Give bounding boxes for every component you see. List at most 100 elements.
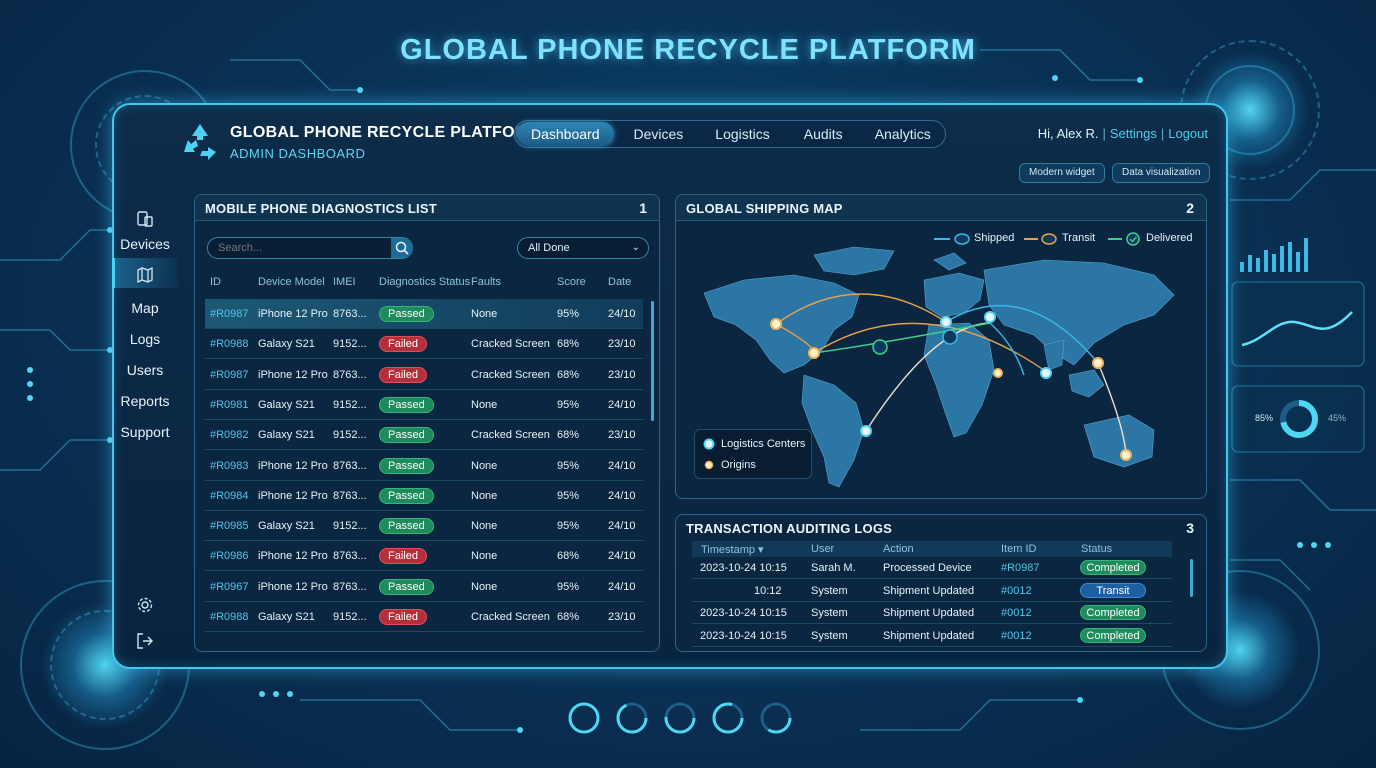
row-imei: 9152... bbox=[333, 338, 367, 351]
col-header-model[interactable]: Device Model bbox=[258, 276, 325, 288]
logs-scrollbar[interactable] bbox=[1190, 559, 1193, 597]
table-row[interactable]: #R0986 iPhone 12 Pro 8763... None 68% 24/10 Fa… bbox=[205, 541, 643, 572]
row-model: iPhone 12 Pro bbox=[258, 550, 328, 563]
log-user: System bbox=[811, 629, 848, 642]
row-imei: 8763... bbox=[333, 550, 367, 563]
log-row[interactable]: 2023-10-24 10:15 System Shipment Updated #0… bbox=[692, 625, 1172, 647]
delivered-legend-icon bbox=[1108, 232, 1140, 246]
table-row[interactable]: #R0981 Galaxy S21 9152... None 95% 24/10 Passe… bbox=[205, 390, 643, 420]
data-visualization-button[interactable]: Data visualization bbox=[1112, 163, 1211, 183]
search-button[interactable] bbox=[391, 238, 413, 258]
log-user: Sarah M. bbox=[811, 562, 856, 574]
log-col-timestamp[interactable]: Timestamp ▾ bbox=[701, 543, 764, 556]
log-col-status[interactable]: Status bbox=[1081, 543, 1112, 555]
row-id: #R0985 bbox=[210, 520, 249, 533]
gear-icon[interactable] bbox=[136, 596, 154, 614]
nav-tab-analytics[interactable]: Analytics bbox=[861, 122, 945, 146]
row-date: 24/10 bbox=[608, 580, 636, 593]
row-score: 68% bbox=[557, 429, 580, 442]
log-item-id: #R0987 bbox=[1001, 562, 1040, 574]
nav-tab-logistics[interactable]: Logistics bbox=[701, 122, 783, 146]
row-date: 24/10 bbox=[608, 520, 636, 533]
sidebar-item-devices[interactable]: Devices bbox=[112, 236, 178, 252]
col-header-imei[interactable]: IMEI bbox=[333, 276, 356, 288]
log-item-id: #0012 bbox=[1001, 607, 1032, 619]
row-faults: None bbox=[471, 580, 498, 593]
nav-tab-devices[interactable]: Devices bbox=[620, 122, 698, 146]
map-icon[interactable] bbox=[136, 266, 154, 284]
log-timestamp: 10:12 bbox=[754, 584, 782, 597]
top-nav: Dashboard Devices Logistics Audits Analy… bbox=[514, 120, 946, 148]
status-badge: Failed bbox=[379, 336, 427, 353]
log-status-badge: Completed bbox=[1080, 627, 1146, 643]
logout-link[interactable]: Logout bbox=[1168, 126, 1208, 141]
diagnostics-title: MOBILE PHONE DIAGNOSTICS LIST bbox=[205, 201, 437, 216]
row-imei: 8763... bbox=[333, 489, 367, 502]
log-timestamp: 2023-10-24 10:15 bbox=[700, 629, 787, 642]
log-row[interactable]: 10:12 System Shipment Updated #0012 Transit bbox=[692, 580, 1172, 602]
settings-link[interactable]: Settings bbox=[1110, 126, 1157, 141]
sidebar-item-support[interactable]: Support bbox=[112, 424, 178, 440]
status-badge: Passed bbox=[379, 487, 434, 504]
row-score: 95% bbox=[557, 459, 580, 472]
row-model: iPhone 12 Pro bbox=[258, 368, 328, 381]
log-action: Processed Device bbox=[883, 562, 972, 574]
table-row[interactable]: #R0988 Galaxy S21 9152... Cracked Screen 68%… bbox=[205, 329, 643, 360]
modern-widget-button[interactable]: Modern widget bbox=[1019, 163, 1105, 183]
diagnostics-scrollbar[interactable] bbox=[651, 301, 654, 421]
hero-title: GLOBAL PHONE RECYCLE PLATFORM bbox=[400, 34, 976, 66]
sidebar-item-map[interactable]: Map bbox=[112, 300, 178, 316]
recycle-icon bbox=[184, 124, 216, 160]
table-row[interactable]: #R0985 Galaxy S21 9152... None 95% 24/10 Passe… bbox=[205, 511, 643, 542]
log-action: Shipment Updated bbox=[883, 629, 975, 642]
logistics-center-marker-icon bbox=[703, 438, 715, 450]
status-badge: Passed bbox=[379, 306, 434, 322]
table-row[interactable]: #R0982 Galaxy S21 9152... Cracked Screen 68%… bbox=[205, 420, 643, 451]
logs-panel-header: TRANSACTION AUDITING LOGS 3 bbox=[676, 515, 1206, 541]
row-date: 23/10 bbox=[608, 611, 636, 623]
col-header-score[interactable]: Score bbox=[557, 276, 586, 288]
row-imei: 8763... bbox=[333, 580, 367, 593]
log-timestamp: 2023-10-24 10:15 bbox=[700, 562, 787, 574]
table-row[interactable]: #R0967 iPhone 12 Pro 8763... None 95% 24/10 Pa… bbox=[205, 572, 643, 602]
log-row[interactable]: 2023-10-24 10:15 System Shipment Updated #0… bbox=[692, 602, 1172, 624]
row-imei: 8763... bbox=[333, 459, 367, 472]
log-status-badge: Completed bbox=[1080, 560, 1146, 575]
shipped-legend-icon bbox=[934, 233, 970, 245]
search-input[interactable] bbox=[207, 237, 413, 259]
map-panel-header: GLOBAL SHIPPING MAP 2 bbox=[676, 195, 1206, 221]
log-user: System bbox=[811, 584, 848, 597]
row-id: #R0988 bbox=[210, 338, 249, 351]
logout-icon[interactable] bbox=[136, 632, 154, 650]
status-badge: Failed bbox=[379, 366, 427, 383]
map-marker-legend: Logistics Centers Origins bbox=[694, 429, 812, 479]
row-date: 23/10 bbox=[608, 429, 636, 442]
table-row[interactable]: #R0988 Galaxy S21 9152... Cracked Screen 68%… bbox=[205, 602, 643, 632]
logs-title: TRANSACTION AUDITING LOGS bbox=[686, 521, 893, 536]
row-id: #R0987 bbox=[210, 368, 249, 381]
nav-tab-dashboard[interactable]: Dashboard bbox=[517, 122, 614, 146]
row-faults: Cracked Screen bbox=[471, 611, 550, 623]
table-row[interactable]: #R0983 iPhone 12 Pro 8763... None 95% 24/10 Pa… bbox=[205, 451, 643, 481]
col-header-id[interactable]: ID bbox=[210, 276, 221, 288]
log-col-item-id[interactable]: Item ID bbox=[1001, 543, 1036, 555]
log-col-user[interactable]: User bbox=[811, 543, 834, 555]
status-badge: Passed bbox=[379, 518, 434, 535]
map-number: 2 bbox=[1186, 200, 1194, 216]
status-filter-select[interactable]: All Done ⌄ bbox=[517, 237, 649, 259]
sidebar-item-logs[interactable]: Logs bbox=[112, 331, 178, 347]
sidebar-item-users[interactable]: Users bbox=[112, 362, 178, 378]
log-row[interactable]: 2023-10-24 10:15 Sarah M. Processed Device… bbox=[692, 557, 1172, 579]
col-header-date[interactable]: Date bbox=[608, 276, 631, 288]
row-faults: None bbox=[471, 398, 498, 411]
col-header-faults[interactable]: Faults bbox=[471, 276, 501, 288]
col-header-status[interactable]: Diagnostics Status bbox=[379, 276, 470, 288]
row-date: 24/10 bbox=[608, 398, 636, 411]
row-model: Galaxy S21 bbox=[258, 338, 315, 351]
sidebar-item-reports[interactable]: Reports bbox=[112, 393, 178, 409]
nav-tab-audits[interactable]: Audits bbox=[790, 122, 857, 146]
table-row[interactable]: #R0984 iPhone 12 Pro 8763... None 95% 24/10 Pa… bbox=[205, 481, 643, 511]
table-row[interactable]: #R0987 iPhone 12 Pro 8763... Cracked Screen… bbox=[205, 360, 643, 390]
table-row[interactable]: #R0987 iPhone 12 Pro 8763... None 95% 24/10 Pa… bbox=[205, 299, 643, 329]
log-col-action[interactable]: Action bbox=[883, 543, 914, 555]
